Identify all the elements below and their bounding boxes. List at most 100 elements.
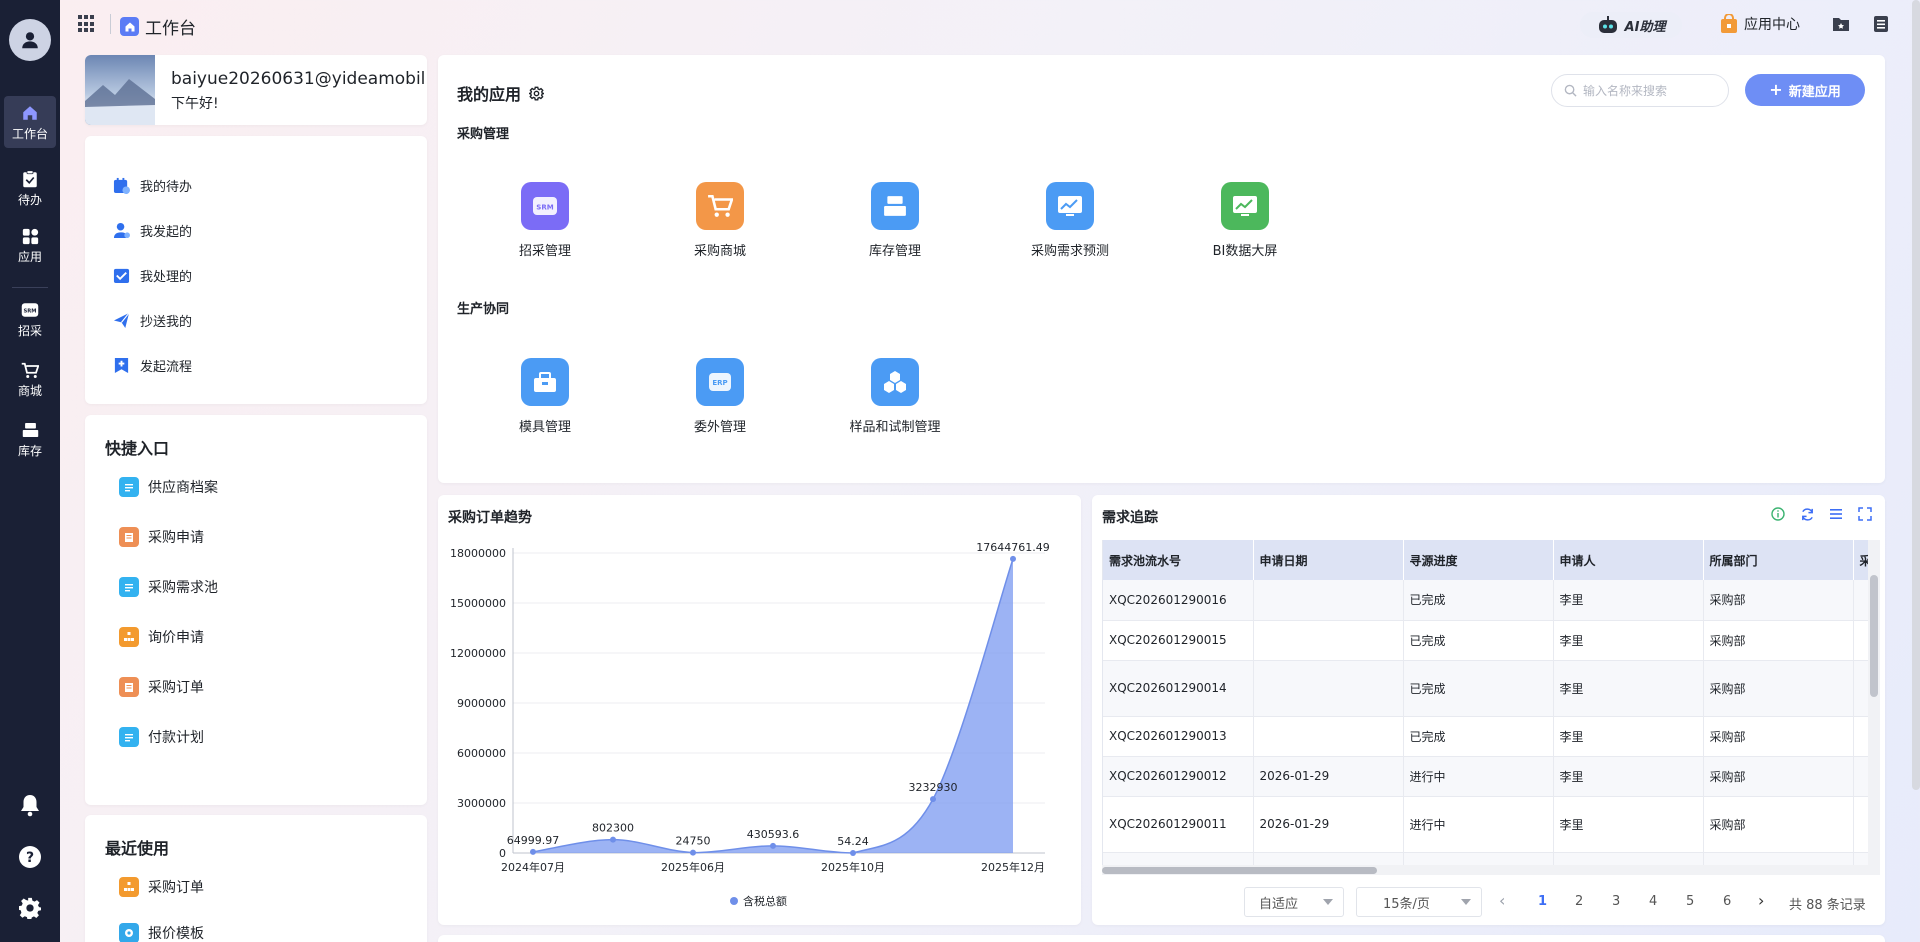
app-tile-srm[interactable]: SRM 招采管理 [470,182,620,259]
ai-assistant-button[interactable]: AI助理 [1580,12,1682,38]
quick-supplier-archive[interactable]: 供应商档案 [119,477,218,497]
table-cell: XQC202601290012 [1103,756,1254,797]
help-button[interactable]: ? [15,842,45,872]
quick-payment-plan[interactable]: 付款计划 [119,727,204,747]
fullscreen-icon[interactable] [1857,506,1873,522]
page-scrollbar[interactable] [1912,0,1920,790]
favorites-button[interactable] [1832,15,1850,33]
legend-label: 含税总额 [743,894,787,908]
app-tile-mold[interactable]: 模具管理 [470,358,620,435]
notifications-button[interactable] [15,790,45,820]
task-my-todo[interactable]: 我的待办 [113,176,192,195]
table-row[interactable]: XQC202601290016 已完成 李里 采购部 [1103,580,1868,621]
data-point [930,796,936,803]
new-app-button[interactable]: + 新建应用 [1745,74,1865,106]
data-point [690,849,696,856]
help-circle-icon: ? [19,846,41,868]
table-row[interactable]: XQC202601290013 已完成 李里 采购部 [1103,716,1868,757]
shopping-bag-icon [1721,14,1737,33]
table-cell [1853,756,1868,797]
table-vertical-scrollbar[interactable] [1868,540,1880,875]
table-cell: 进行中 [1403,756,1554,797]
column-header[interactable]: 需求池流水号 [1103,540,1254,580]
prev-page-icon[interactable]: ‹ [1499,891,1505,910]
document-list-button[interactable] [1872,15,1890,33]
app-tile-mall[interactable]: 采购商城 [645,182,795,259]
task-start-flow[interactable]: 发起流程 [113,356,192,375]
recent-purchase-order[interactable]: 采购订单 [119,877,204,897]
table-cell: 已完成 [1403,580,1554,621]
svg-text:SRM: SRM [23,309,36,315]
table-cell: 采购部 [1703,716,1854,757]
column-settings-icon[interactable] [1828,506,1844,522]
next-page-icon[interactable]: › [1758,891,1764,910]
data-label: 802300 [592,822,634,835]
table-cell [1853,620,1868,661]
column-header[interactable]: 寻源进度 [1403,540,1554,580]
line-chart-icon [1046,182,1094,230]
recent-title: 最近使用 [105,839,170,858]
data-point [530,848,536,855]
task-handled[interactable]: 我处理的 [113,266,192,285]
nav-item-workbench[interactable]: 工作台 [4,96,56,148]
app-tile-inventory[interactable]: 库存管理 [820,182,970,259]
app-center-button[interactable]: 应用中心 [1720,14,1800,34]
inventory-icon [871,182,919,230]
page-3[interactable]: 3 [1612,894,1620,909]
table-cell: 李里 [1553,620,1704,661]
table-row[interactable]: XQC202601290012 2026-01-29 进行中 李里 采购部 [1103,756,1868,797]
column-header[interactable]: 申请日期 [1253,540,1404,580]
user-avatar[interactable] [9,19,51,61]
page-6[interactable]: 6 [1723,894,1731,909]
settings-button[interactable] [15,893,45,923]
app-launcher-button[interactable] [78,15,96,33]
app-search-input[interactable] [1583,83,1713,98]
info-icon[interactable] [1770,506,1786,522]
demand-tracking-title: 需求追踪 [1102,510,1158,526]
task-initiated[interactable]: 我发起的 [113,221,192,240]
y-tick-label: 18000000 [450,547,506,560]
page-4[interactable]: 4 [1649,894,1657,909]
nav-item-todo[interactable]: 待办 [4,162,56,214]
fit-select[interactable]: 自适应 [1244,887,1344,917]
column-header[interactable]: 采 [1853,540,1868,580]
app-tile-sample[interactable]: 样品和试制管理 [820,358,970,435]
nav-item-inventory[interactable]: 库存 [4,413,56,465]
quick-purchase-request[interactable]: 采购申请 [119,527,204,547]
table-cell: 进行中 [1403,796,1554,853]
gear-icon[interactable] [529,86,545,101]
page-size-select[interactable]: 15条/页 [1356,887,1482,917]
page-2[interactable]: 2 [1575,894,1583,909]
nav-item-mall[interactable]: 商城 [4,353,56,405]
quick-demand-pool[interactable]: 采购需求池 [119,577,218,597]
table-cell: 李里 [1553,796,1704,853]
column-header[interactable]: 所属部门 [1703,540,1854,580]
nav-item-srm[interactable]: SRM 招采 [4,293,56,345]
quick-inquiry[interactable]: 询价申请 [119,627,204,647]
table-horizontal-scrollbar[interactable] [1102,865,1868,875]
app-search-box[interactable] [1551,74,1729,107]
profile-card: baiyue20260631@yideamobil 下午好! [85,55,427,125]
table-row[interactable]: XQC202601290015 已完成 李里 采购部 [1103,620,1868,661]
table-row[interactable]: XQC202601290014 已完成 李里 采购部 [1103,660,1868,717]
task-cc-me[interactable]: 抄送我的 [113,311,192,330]
app-tile-demand-forecast[interactable]: 采购需求预测 [995,182,1145,259]
column-header[interactable]: 申请人 [1553,540,1704,580]
app-tile-outsource[interactable]: ERP 委外管理 [645,358,795,435]
app-tile-bi-dashboard[interactable]: BI数据大屏 [1170,182,1320,259]
table-cell [1853,660,1868,717]
pagination: 自适应 15条/页 ‹ 1 2 3 4 5 6 › 共 88 条记录 [1092,887,1885,917]
table-cell: XQC202601290013 [1103,716,1254,757]
refresh-icon[interactable] [1799,506,1815,522]
page-1[interactable]: 1 [1538,894,1547,909]
cubes-icon [871,358,919,406]
table-cell: 采购部 [1703,756,1854,797]
quick-purchase-order[interactable]: 采购订单 [119,677,204,697]
search-icon [1564,84,1577,97]
recent-quote-template[interactable]: 报价模板 [119,923,204,942]
table-row[interactable]: XQC202601290011 2026-01-29 进行中 李里 采购部 [1103,796,1868,853]
table-cell [1853,716,1868,757]
nav-item-apps[interactable]: 应用 [4,219,56,271]
table-cell: 李里 [1553,660,1704,717]
page-5[interactable]: 5 [1686,894,1694,909]
